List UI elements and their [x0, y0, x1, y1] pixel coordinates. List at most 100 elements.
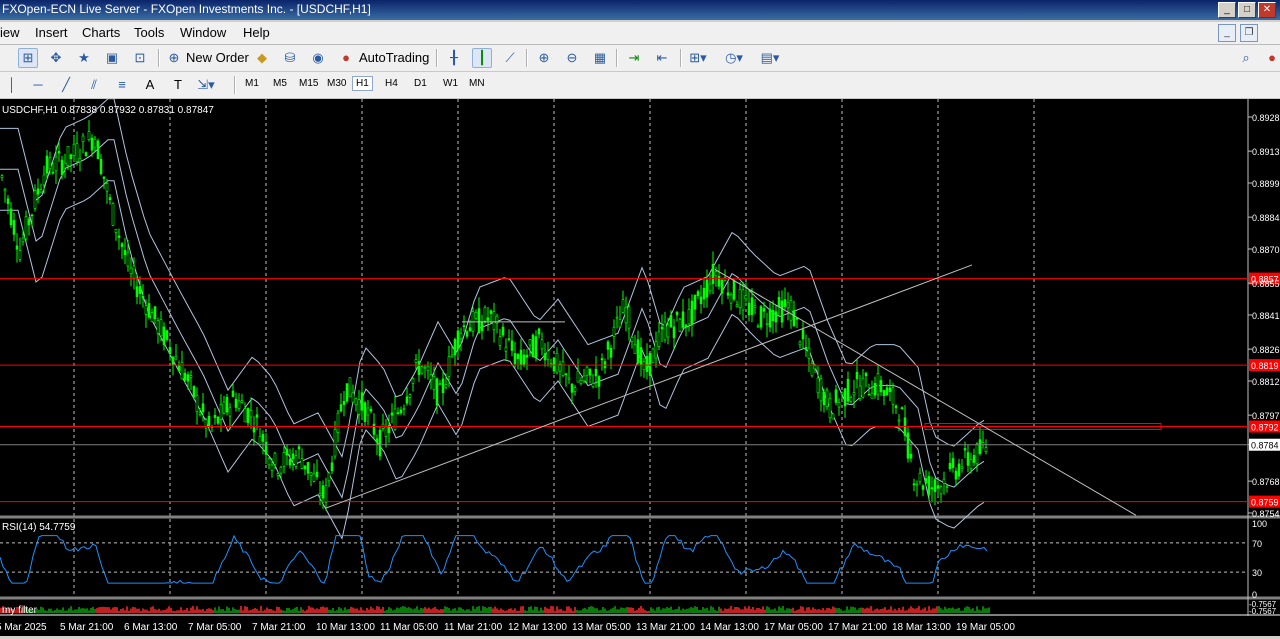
horizontal-line-icon[interactable]: ─: [28, 75, 48, 95]
filter-bar: [396, 607, 398, 613]
candle-body: [87, 131, 91, 140]
fibonacci-icon[interactable]: ≡: [112, 75, 132, 95]
mdi-restore-icon[interactable]: ❐: [1240, 24, 1258, 42]
candle-body: [789, 300, 793, 321]
candle-body: [426, 365, 430, 371]
timeframe-h4[interactable]: H4: [382, 77, 401, 90]
candle-body: [651, 348, 655, 364]
filter-bar: [824, 610, 826, 613]
zoom-in-icon[interactable]: ⊕: [534, 48, 554, 68]
chart-window[interactable]: 0.8857 0.8819 0.8792 0.8759 0.8928 0.8913 0.88…: [0, 98, 1280, 636]
zoom-out-icon[interactable]: ⊖: [562, 48, 582, 68]
candle-body: [351, 392, 355, 403]
market-icon[interactable]: ⛁: [280, 48, 300, 68]
candle-body: [945, 485, 949, 488]
filter-bar: [424, 607, 426, 613]
filter-bar: [402, 606, 404, 613]
menu-help[interactable]: Help: [243, 25, 270, 40]
vertical-line-icon[interactable]: │: [2, 75, 22, 95]
filter-bar: [304, 610, 306, 613]
menu-window[interactable]: Window: [180, 25, 226, 40]
filter-bar: [934, 608, 936, 613]
filter-bar: [808, 607, 810, 613]
timeframe-h1[interactable]: H1: [352, 76, 373, 91]
autoscroll-icon[interactable]: ⇥: [624, 48, 644, 68]
menu-charts[interactable]: Charts: [82, 25, 120, 40]
line-chart-icon[interactable]: ⟋: [500, 48, 520, 68]
timeframe-m15[interactable]: M15: [296, 77, 321, 90]
filter-bar: [456, 610, 458, 613]
timeframe-mn[interactable]: MN: [466, 77, 488, 90]
filter-bar: [958, 607, 960, 613]
candle-body: [849, 397, 853, 402]
trendline-icon[interactable]: ╱: [56, 75, 76, 95]
maximize-button[interactable]: □: [1238, 2, 1256, 18]
favorites-icon[interactable]: ★: [74, 48, 94, 68]
filter-bar: [974, 610, 976, 613]
candle-body: [219, 404, 223, 420]
filter-bar: [712, 607, 714, 613]
main-toolbar: ⊞ ✥ ★ ▣ ⊡ ⊕ New Order ◆ ⛁ ◉ ● AutoTradin…: [0, 45, 1280, 72]
autotrading-icon[interactable]: ●: [336, 48, 356, 68]
mdi-minimize-icon[interactable]: _: [1218, 24, 1236, 42]
timeframe-m30[interactable]: M30: [324, 77, 349, 90]
indicators-icon[interactable]: ⊞▾: [688, 48, 708, 68]
filter-bar: [240, 606, 242, 613]
periods-icon[interactable]: ◷▾: [724, 48, 744, 68]
filter-bar: [884, 607, 886, 613]
strategy-tester-icon[interactable]: ⊡: [130, 48, 150, 68]
filter-bar: [574, 607, 576, 613]
signals-icon[interactable]: ◉: [308, 48, 328, 68]
filter-bar: [314, 609, 316, 613]
menu-tools[interactable]: Tools: [134, 25, 164, 40]
candle-body: [261, 434, 265, 442]
arrows-icon[interactable]: ⇲▾: [196, 75, 216, 95]
candle-body: [123, 249, 127, 256]
filter-bar: [390, 608, 392, 613]
search-icon[interactable]: ⌕: [1236, 48, 1256, 68]
bar-chart-icon[interactable]: ╂: [444, 48, 464, 68]
time-label: 5 Mar 2025: [0, 622, 47, 633]
filter-bar: [274, 610, 276, 613]
filter-bar: [812, 607, 814, 613]
price-chart[interactable]: 0.88570.88190.87920.87590.89280.89130.88…: [0, 98, 1280, 636]
text-label-icon[interactable]: T: [168, 75, 188, 95]
timeframe-m1[interactable]: M1: [242, 77, 262, 90]
timeframe-d1[interactable]: D1: [411, 77, 430, 90]
new-order-button[interactable]: New Order: [186, 50, 249, 65]
candle-body: [480, 322, 484, 332]
channel-icon[interactable]: ⫽: [84, 75, 104, 95]
price-label: 0.8884: [1252, 213, 1280, 223]
timeframe-w1[interactable]: W1: [440, 77, 461, 90]
filter-bar: [662, 608, 664, 613]
text-icon[interactable]: A: [140, 75, 160, 95]
navigator-icon[interactable]: ▣: [102, 48, 122, 68]
crosshair-icon[interactable]: ✥: [46, 48, 66, 68]
filter-bar: [588, 606, 590, 613]
profiles-icon[interactable]: ⊞: [18, 48, 38, 68]
tile-windows-icon[interactable]: ▦: [590, 48, 610, 68]
templates-icon[interactable]: ▤▾: [760, 48, 780, 68]
menu-view[interactable]: iew: [0, 25, 20, 40]
candlestick-icon[interactable]: ┃: [472, 48, 492, 68]
price-label: 0.8768: [1252, 477, 1280, 487]
new-order-icon[interactable]: ⊕: [164, 48, 184, 68]
candle-body: [12, 220, 16, 235]
candle-body: [510, 340, 514, 351]
time-label: 13 Mar 21:00: [636, 622, 695, 633]
filter-bar: [392, 610, 394, 613]
filter-bar: [908, 608, 910, 613]
notification-icon[interactable]: ●: [1262, 48, 1280, 68]
metaeditor-icon[interactable]: ◆: [252, 48, 272, 68]
menu-insert[interactable]: Insert: [35, 25, 68, 40]
close-button[interactable]: ✕: [1258, 2, 1276, 18]
candle-body: [528, 339, 532, 346]
chart-shift-icon[interactable]: ⇤: [652, 48, 672, 68]
filter-bar: [514, 608, 516, 613]
timeframe-m5[interactable]: M5: [270, 77, 290, 90]
candle-body: [627, 306, 631, 329]
minimize-button[interactable]: _: [1218, 2, 1236, 18]
autotrading-button[interactable]: AutoTrading: [359, 50, 429, 65]
filter-bar: [306, 609, 308, 613]
candle-body: [294, 455, 298, 467]
